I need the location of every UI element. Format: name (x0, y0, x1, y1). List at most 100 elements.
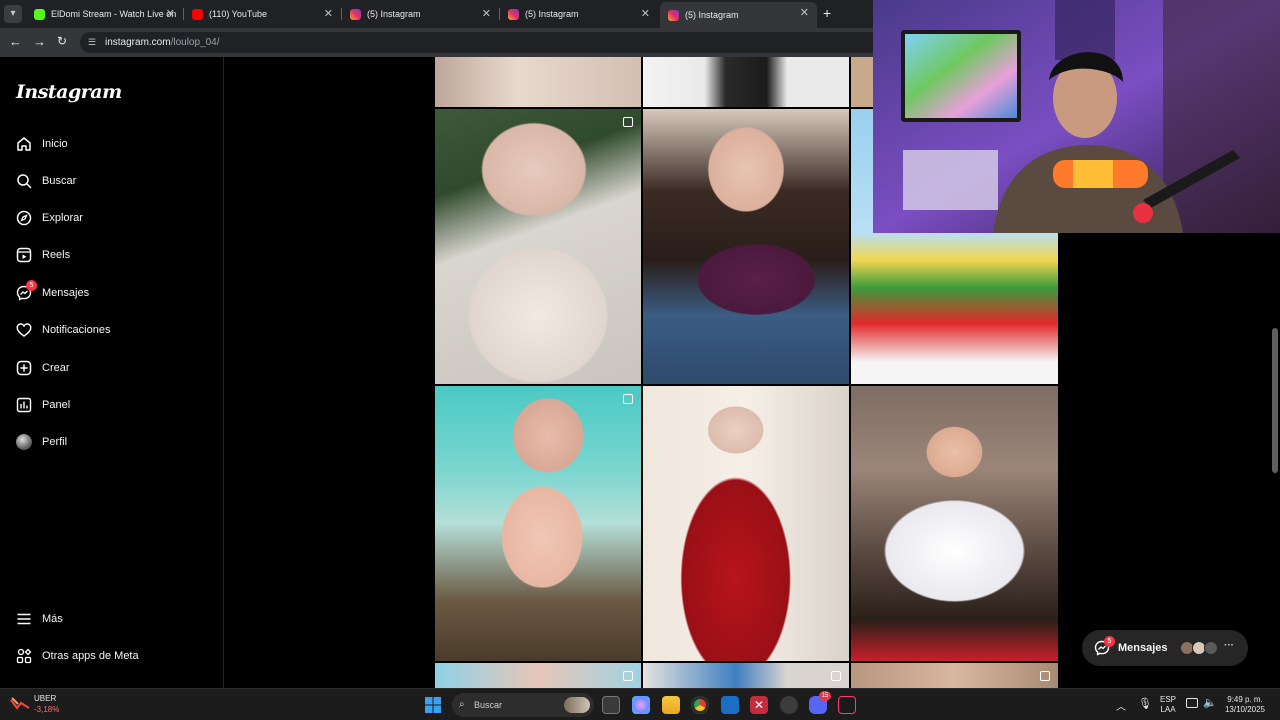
chart-icon (16, 397, 32, 413)
sidebar-item-label: Otras apps de Meta (42, 650, 139, 662)
x-app-icon[interactable]: ✕ (750, 696, 768, 714)
tab-instagram-2[interactable]: (5) Instagram ✕ (500, 3, 658, 25)
search-placeholder: Buscar (474, 700, 503, 710)
post-thumbnail[interactable] (435, 386, 641, 661)
address-bar[interactable]: ☰ instagram.com/loulop_04/ (80, 32, 880, 53)
compass-icon (16, 210, 32, 226)
streamer-webcam-overlay (873, 0, 1280, 233)
notification-badge: 15 (819, 691, 831, 701)
menu-icon (16, 611, 32, 627)
sidebar-item-otras-apps[interactable]: Otras apps de Meta (16, 645, 139, 667)
windows-start-icon[interactable] (425, 697, 441, 713)
clock[interactable]: 9:49 p. m. 13/10/2025 (1222, 695, 1268, 715)
unread-badge: 5 (26, 280, 37, 291)
reload-icon[interactable]: ↻ (57, 34, 67, 48)
chevron-up-icon[interactable]: ︿ (1116, 698, 1126, 713)
instagram-icon (350, 8, 361, 20)
tab-eldomi-stream[interactable]: ElDomi Stream - Watch Live on ✕ (26, 3, 183, 25)
sidebar-item-mensajes[interactable]: 5 Mensajes (16, 280, 90, 304)
microphone-icon[interactable]: 🎙 (1138, 697, 1152, 710)
back-arrow-icon[interactable]: ← (9, 34, 22, 49)
stock-widget-icon[interactable] (10, 696, 30, 712)
tab-instagram-1[interactable]: (5) Instagram ✕ (342, 3, 499, 25)
store-icon[interactable] (721, 696, 739, 714)
kick-icon (34, 8, 45, 20)
sidebar-item-inicio[interactable]: Inicio (16, 133, 68, 155)
forward-arrow-icon[interactable]: → (33, 34, 46, 49)
sidebar-item-label: Notificaciones (42, 324, 111, 336)
avatar (1204, 641, 1218, 655)
messages-floating-button[interactable]: 5 Mensajes ··· (1082, 630, 1248, 666)
discord-icon[interactable]: 15 (809, 691, 831, 714)
home-icon (16, 136, 32, 152)
carousel-icon (831, 671, 841, 681)
close-tab-icon[interactable]: ✕ (800, 6, 809, 19)
unread-badge: 5 (1104, 636, 1115, 647)
sidebar-item-label: Explorar (42, 212, 83, 224)
language-code: ESP (1159, 695, 1176, 704)
post-thumbnail[interactable] (851, 386, 1058, 661)
sidebar-item-notificaciones[interactable]: Notificaciones (16, 319, 110, 341)
sidebar-item-perfil[interactable]: Perfil (16, 431, 67, 453)
close-tab-icon[interactable]: ✕ (324, 7, 333, 20)
sidebar-item-label: Inicio (42, 138, 68, 150)
sidebar-item-label: Perfil (42, 436, 68, 448)
instagram-icon (508, 8, 519, 20)
post-thumbnail[interactable] (643, 109, 849, 384)
instagram-logo[interactable]: Instagram (16, 81, 122, 103)
chrome-icon[interactable] (691, 696, 709, 714)
post-thumbnail[interactable] (435, 57, 641, 107)
copilot-icon[interactable] (632, 696, 650, 714)
tab-instagram-active[interactable]: (5) Instagram ✕ (660, 2, 817, 28)
url-host: instagram.com (105, 37, 171, 48)
more-icon: ··· (1224, 640, 1234, 651)
tab-title: (5) Instagram (525, 9, 579, 19)
clock-time: 9:49 p. m. (1227, 695, 1263, 704)
language-indicator[interactable]: ESP LAA (1156, 695, 1180, 715)
steam-icon[interactable] (780, 696, 798, 714)
close-tab-icon[interactable]: ✕ (641, 7, 650, 20)
stock-name[interactable]: UBER (34, 694, 56, 703)
task-view-icon[interactable] (602, 696, 620, 714)
messages-label: Mensajes (1118, 642, 1168, 654)
page-scrollbar[interactable] (1270, 233, 1280, 688)
layout-code: LAA (1160, 705, 1176, 714)
post-thumbnail[interactable] (643, 386, 849, 661)
tab-title: (5) Instagram (367, 9, 421, 19)
sidebar-item-label: Buscar (42, 175, 77, 187)
close-tab-icon[interactable]: ✕ (482, 7, 491, 20)
new-tab-button[interactable]: + (823, 5, 831, 21)
url-path: /loulop_04/ (170, 37, 220, 48)
sidebar-item-explorar[interactable]: Explorar (16, 207, 83, 229)
site-info-icon[interactable]: ☰ (88, 37, 99, 48)
sidebar-item-label: Mensajes (42, 287, 90, 299)
tab-youtube[interactable]: (110) YouTube ✕ (184, 3, 341, 25)
sidebar-item-buscar[interactable]: Buscar (16, 170, 76, 192)
reels-icon (16, 247, 32, 263)
post-thumbnail[interactable] (643, 57, 849, 107)
post-thumbnail[interactable] (851, 663, 1058, 688)
post-thumbnail[interactable] (435, 109, 641, 384)
speaker-icon[interactable]: 🔈 (1203, 696, 1217, 709)
taskbar-search-input[interactable]: ⌕ Buscar (452, 693, 594, 717)
carousel-icon (623, 394, 633, 404)
heart-icon (16, 322, 32, 338)
close-tab-icon[interactable]: ✕ (166, 7, 175, 20)
sidebar-item-reels[interactable]: Reels (16, 244, 70, 266)
post-thumbnail[interactable] (643, 663, 849, 688)
search-icon (16, 173, 32, 189)
tab-search-button[interactable]: ▾ (4, 5, 22, 23)
scrollbar-thumb[interactable] (1272, 328, 1278, 473)
post-thumbnail[interactable] (435, 663, 641, 688)
tiktok-icon[interactable] (838, 696, 856, 714)
sidebar-item-crear[interactable]: Crear (16, 357, 70, 379)
file-explorer-icon[interactable] (662, 696, 680, 714)
sidebar-item-mas[interactable]: Más (16, 608, 63, 630)
carousel-icon (623, 117, 633, 127)
display-icon[interactable] (1186, 698, 1198, 708)
sidebar-item-panel[interactable]: Panel (16, 394, 70, 416)
instagram-icon (668, 9, 679, 21)
plus-square-icon (16, 360, 32, 376)
carousel-icon (623, 671, 633, 681)
webcam-scene (873, 0, 1280, 233)
